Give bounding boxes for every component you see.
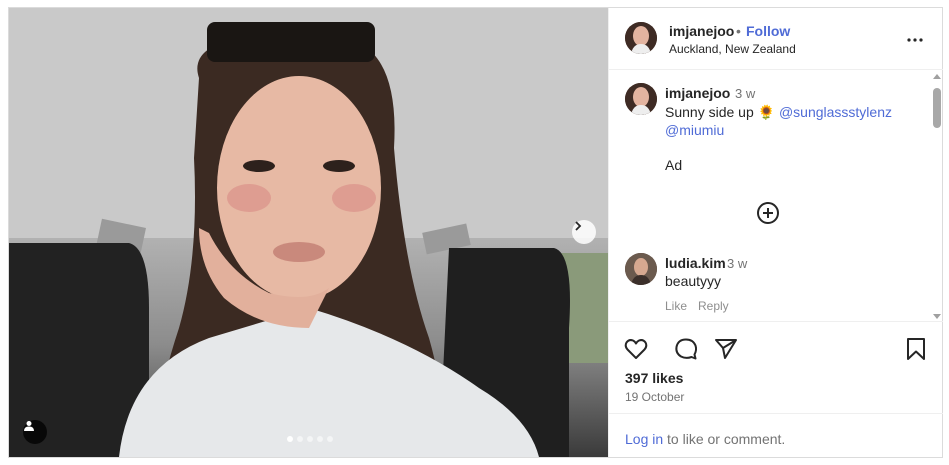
send-icon: [715, 339, 737, 359]
caption-username[interactable]: imjanejoo: [665, 85, 730, 101]
caption-time[interactable]: 3 w: [735, 86, 755, 101]
comment-icon: [675, 338, 698, 360]
mention-link[interactable]: @sunglassstylenz: [779, 104, 892, 120]
post-photo: [9, 8, 608, 457]
comment-text: beautyyy: [665, 273, 722, 289]
bookmark-icon: [907, 338, 925, 360]
avatar-image: [625, 22, 657, 54]
comment-time[interactable]: 3 w: [727, 256, 747, 271]
carousel-dot: [327, 436, 333, 442]
avatar-image: [625, 253, 657, 285]
avatar-image: [625, 83, 657, 115]
heart-icon: [624, 339, 648, 359]
author-username[interactable]: imjanejoo: [669, 23, 734, 39]
header-separator: •: [736, 23, 741, 39]
scroll-up-arrow[interactable]: [933, 74, 941, 79]
comment-reply-button[interactable]: Reply: [698, 299, 729, 313]
divider: [609, 413, 943, 414]
caption-body: Sunny side up 🌻: [665, 104, 776, 120]
comment-like-button[interactable]: Like: [665, 299, 687, 313]
save-button[interactable]: [903, 336, 929, 362]
scroll-down-arrow[interactable]: [933, 314, 941, 319]
more-horizontal-icon: [907, 38, 923, 42]
post-dialog: imjanejoo • Follow Auckland, New Zealand: [8, 7, 943, 458]
caption-avatar[interactable]: [625, 83, 657, 115]
login-link[interactable]: Log in: [625, 431, 663, 447]
comment-username[interactable]: ludia.kim: [665, 255, 726, 271]
more-options-button[interactable]: [905, 30, 925, 50]
carousel-dot: [287, 436, 293, 442]
post-sidebar: imjanejoo • Follow Auckland, New Zealand: [608, 8, 943, 457]
follow-button[interactable]: Follow: [746, 23, 790, 39]
user-icon: [24, 421, 34, 431]
carousel-dot: [317, 436, 323, 442]
post-header: imjanejoo • Follow Auckland, New Zealand: [609, 8, 943, 70]
next-slide-button[interactable]: [572, 220, 596, 244]
login-prompt: Log in to like or comment.: [625, 431, 785, 447]
author-avatar[interactable]: [625, 22, 657, 54]
carousel-dot: [307, 436, 313, 442]
comments-scrollbar[interactable]: [931, 74, 943, 320]
load-more-comments-button[interactable]: [756, 201, 780, 225]
scrollbar-thumb[interactable]: [933, 88, 941, 128]
carousel-indicator: [287, 436, 333, 442]
plus-circle-icon: [757, 202, 779, 224]
share-button[interactable]: [713, 336, 739, 362]
post-location[interactable]: Auckland, New Zealand: [669, 42, 796, 56]
post-date[interactable]: 19 October: [625, 390, 684, 404]
caption-text: Sunny side up 🌻 @sunglassstylenz @miumiu: [665, 103, 905, 139]
photo-illustration: [9, 8, 608, 457]
carousel-dot: [297, 436, 303, 442]
commenter-avatar[interactable]: [625, 253, 657, 285]
comments-list: imjanejoo 3 w Sunny side up 🌻 @sunglasss…: [609, 71, 943, 321]
divider: [609, 321, 943, 322]
tagged-users-button[interactable]: [23, 420, 47, 444]
like-button[interactable]: [623, 336, 649, 362]
mention-link[interactable]: @miumiu: [665, 122, 724, 138]
login-prompt-text: to like or comment.: [663, 431, 786, 447]
comment-button[interactable]: [673, 336, 699, 362]
chevron-right-icon: [575, 221, 582, 231]
ad-label: Ad: [665, 157, 683, 173]
likes-count[interactable]: 397 likes: [625, 370, 683, 386]
